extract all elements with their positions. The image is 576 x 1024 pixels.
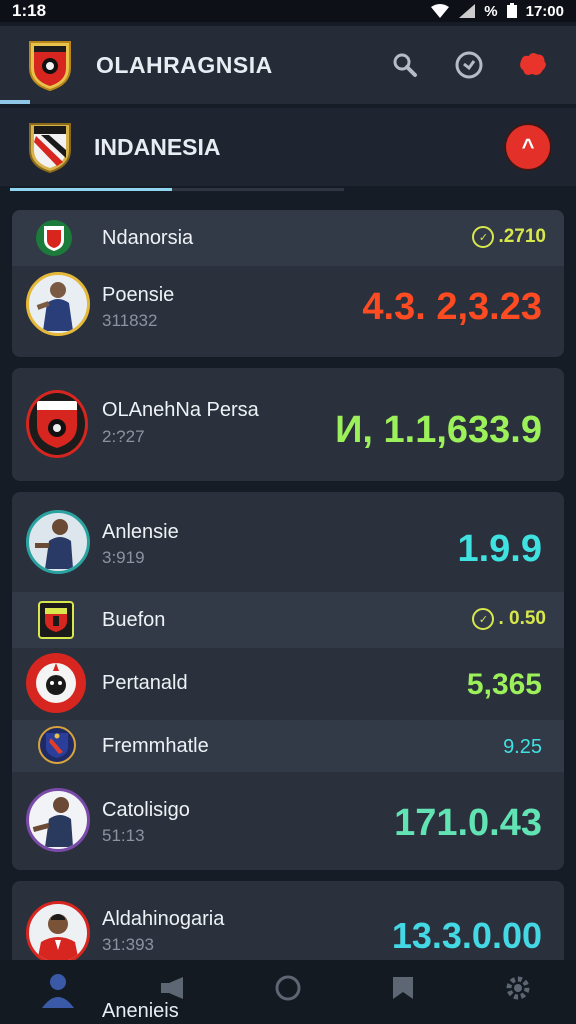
app-logo-icon xyxy=(26,37,74,93)
app-header-indicator xyxy=(0,100,30,104)
battery-icon xyxy=(506,3,517,18)
item-chip: ✓ .2710 xyxy=(472,226,546,248)
item-chip-value: .2710 xyxy=(498,226,546,247)
circle-icon[interactable] xyxy=(268,968,308,1008)
player-avatar xyxy=(26,788,90,852)
item-value: И, 1.1,633.9 xyxy=(335,409,542,451)
team-crest-icon xyxy=(38,601,74,639)
item-name: Anlensie xyxy=(102,521,179,543)
bottom-nav xyxy=(0,960,576,1024)
standings-card-1: Ndanorsia ✓ .2710 Poensie 311832 4.3. 2,… xyxy=(12,210,564,357)
collapse-button[interactable]: ^ xyxy=(506,125,550,169)
map-icon[interactable] xyxy=(518,50,548,80)
wifi-icon xyxy=(431,4,450,18)
app-header: OLAHRAGNSIA xyxy=(0,26,576,104)
item-name: Aldahinogaria xyxy=(102,908,225,930)
search-icon[interactable] xyxy=(390,50,420,80)
item-chip: ✓ . 0.50 xyxy=(472,608,546,630)
status-bar: 1:18 % 17:00 xyxy=(0,0,576,22)
tab-active-indicator xyxy=(10,188,172,191)
item-value: 9.25 xyxy=(503,736,542,758)
standings-card-3: Anlensie 3:919 1.9.9 Buefon ✓ . 0.50 Per… xyxy=(12,492,564,870)
team-crest-icon xyxy=(38,726,76,764)
item-chip-value: . 0.50 xyxy=(498,608,546,629)
list-item[interactable]: Poensie 311832 4.3. 2,3.23 xyxy=(12,266,564,357)
coin-icon: ✓ xyxy=(472,608,495,630)
status-time-left: 1:18 xyxy=(12,1,47,20)
item-name: OLAnehNa Persa xyxy=(102,399,259,421)
gear-icon[interactable] xyxy=(498,968,538,1008)
signal-icon xyxy=(459,4,476,18)
person-icon[interactable] xyxy=(38,968,78,1008)
item-name: Catolisigo xyxy=(102,799,190,821)
item-sub: 31:393 xyxy=(102,935,154,954)
clock-icon[interactable] xyxy=(454,50,484,80)
item-value: 171.0.43 xyxy=(394,802,542,844)
item-sub: 2:?27 xyxy=(102,427,145,446)
item-value: 5,365 xyxy=(466,668,542,701)
team-crest-icon xyxy=(26,390,88,458)
country-title: INDANESIA xyxy=(94,133,221,160)
bookmark-icon[interactable] xyxy=(383,968,423,1008)
item-name: Ndanorsia xyxy=(102,227,194,249)
item-name: Buefon xyxy=(102,609,166,631)
standings-card-4: Aldahinogaria 31:393 13.3.0.00 xyxy=(12,881,564,971)
item-value: 1.9.9 xyxy=(457,528,542,570)
list-item[interactable]: Ndanorsia ✓ .2710 xyxy=(12,210,564,266)
app-title: OLAHRAGNSIA xyxy=(96,51,273,78)
list-item[interactable]: OLAnehNa Persa 2:?27 И, 1.1,633.9 xyxy=(12,368,564,481)
list-item[interactable]: Pertanald 5,365 xyxy=(12,648,564,720)
item-value: 4.3. 2,3.23 xyxy=(362,286,542,328)
player-avatar xyxy=(26,510,90,574)
item-name: Pertanald xyxy=(102,672,188,694)
item-sub: 311832 xyxy=(102,311,158,330)
item-sub: 51:13 xyxy=(102,826,145,845)
item-value: 13.3.0.00 xyxy=(391,915,542,956)
standings-card-2: OLAnehNa Persa 2:?27 И, 1.1,633.9 xyxy=(12,368,564,481)
chevron-up-icon: ^ xyxy=(521,134,535,159)
player-avatar xyxy=(26,901,90,965)
status-time-right: 17:00 xyxy=(525,2,564,20)
country-crest-icon xyxy=(26,119,74,175)
bottom-nav-label: Anenieis xyxy=(102,1000,179,1022)
battery-percent: % xyxy=(484,2,498,20)
list-item[interactable]: Fremmhatle 9.25 xyxy=(12,720,564,772)
item-name: Poensie xyxy=(102,284,175,306)
team-crest-icon xyxy=(26,653,86,713)
list-item[interactable]: Aldahinogaria 31:393 13.3.0.00 xyxy=(12,881,564,971)
coin-icon: ✓ xyxy=(472,226,495,248)
list-item[interactable]: Catolisigo 51:13 171.0.43 xyxy=(12,772,564,870)
player-avatar xyxy=(26,272,90,336)
list-item[interactable]: Anlensie 3:919 1.9.9 xyxy=(12,492,564,592)
item-name: Fremmhatle xyxy=(102,735,209,757)
item-sub: 3:919 xyxy=(102,548,145,567)
team-crest-icon xyxy=(36,220,72,256)
list-item[interactable]: Buefon ✓ . 0.50 xyxy=(12,592,564,648)
country-header: INDANESIA ^ xyxy=(0,108,576,186)
